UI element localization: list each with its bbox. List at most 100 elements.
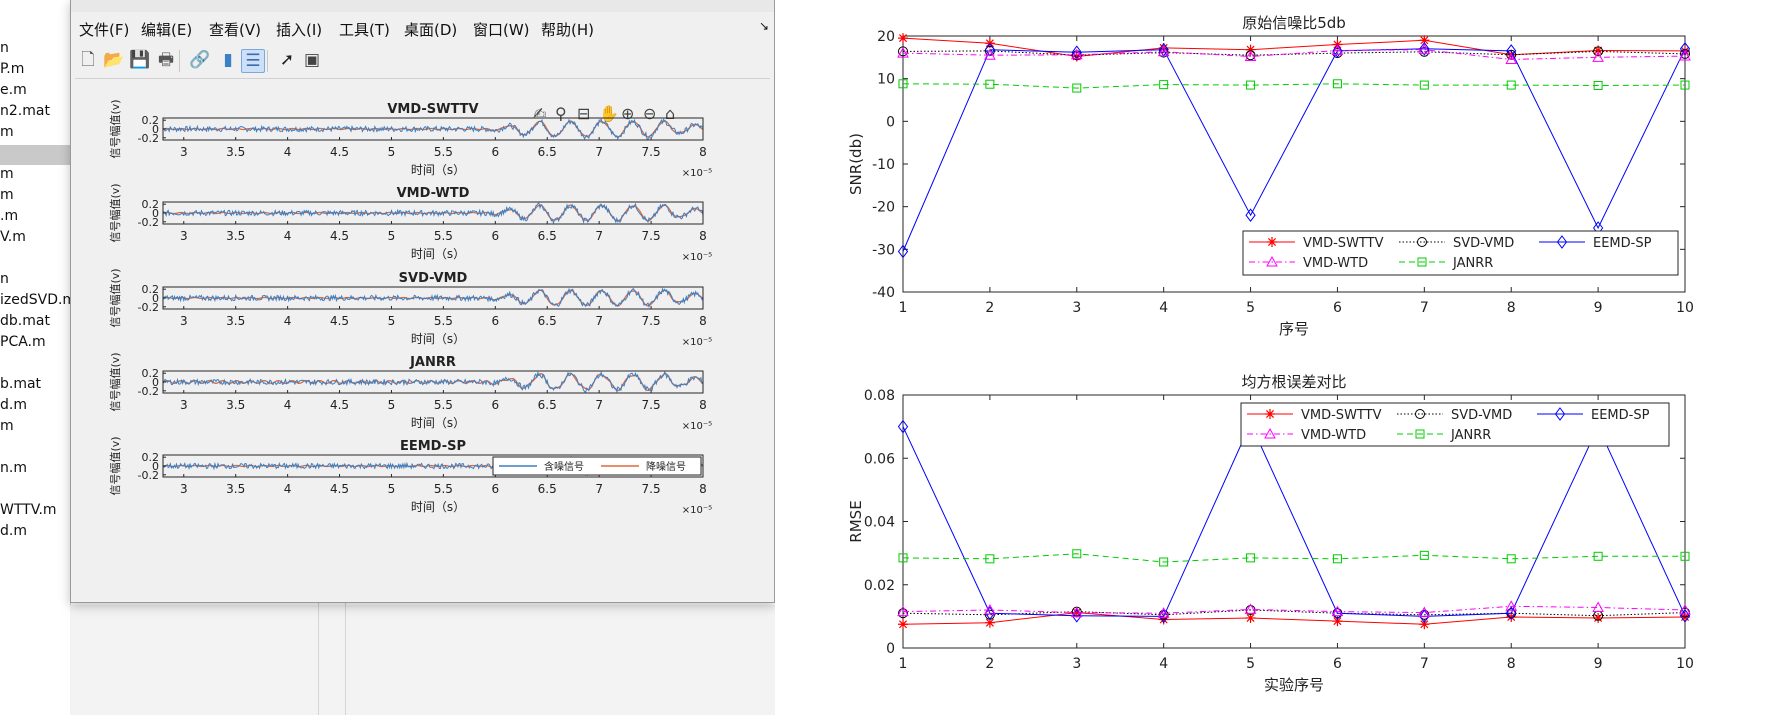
chart-title: 原始信噪比5db — [1242, 14, 1346, 32]
data-point — [898, 619, 908, 630]
y-tick-label: -0.2 — [138, 385, 159, 398]
x-tick-label: 4 — [284, 314, 292, 328]
x-tick-label: 5.5 — [434, 314, 453, 328]
x-tick-label: 4.5 — [330, 145, 349, 159]
file-list-item[interactable]: n.m — [0, 460, 70, 476]
subplot-title: VMD-WTD — [397, 186, 470, 201]
pointer-icon[interactable]: ➚ — [276, 49, 298, 71]
y-tick-label: 0 — [886, 114, 895, 130]
file-list-item[interactable]: m — [0, 418, 70, 434]
save-icon[interactable]: 💾 — [129, 49, 151, 71]
subplot-ylabel: 信号幅值(v) — [109, 436, 122, 495]
file-list-item[interactable]: P.m — [0, 61, 70, 77]
menu-item[interactable]: 编辑(E) — [141, 19, 192, 40]
x-tick-label: 7 — [595, 229, 603, 243]
data-point — [1419, 619, 1430, 630]
comparison-chart: 均方根误差对比 0.08 0.06 0.04 0.02 01 2 3 4 5 6 7 8 9 10 实验序号 R… — [847, 373, 1694, 694]
data-point — [898, 33, 908, 44]
x-exponent-label: ×10⁻⁵ — [682, 505, 712, 516]
link-plot-icon[interactable]: 🔗 — [189, 49, 211, 71]
file-list-item[interactable]: n — [0, 271, 70, 287]
open-folder-icon[interactable]: 📂 — [103, 49, 125, 71]
x-tick-label: 6 — [1333, 300, 1342, 316]
file-list-item[interactable]: d.m — [0, 523, 70, 539]
legend-label-denoised: 降噪信号 — [646, 460, 686, 473]
legend-label: JANRR — [1450, 428, 1491, 443]
x-tick-label: 5 — [388, 398, 396, 412]
file-list-item[interactable]: db.mat — [0, 313, 70, 329]
figure-title-bar[interactable] — [71, 0, 774, 12]
file-list-item[interactable]: m — [0, 124, 70, 140]
x-tick-label: 3 — [180, 398, 188, 412]
y-tick-label: -30 — [872, 242, 895, 258]
y-tick-label: -40 — [872, 285, 895, 301]
x-tick-label: 7 — [595, 314, 603, 328]
x-tick-label: 8 — [699, 229, 707, 243]
legend-label: VMD-WTD — [1303, 256, 1368, 271]
x-tick-label: 3.5 — [226, 482, 245, 496]
toolbar-divider — [75, 78, 770, 79]
file-list-item[interactable]: b.mat — [0, 376, 70, 392]
file-list-item[interactable]: d.m — [0, 397, 70, 413]
toolbar-separator — [267, 50, 268, 72]
file-list-item[interactable]: e.m — [0, 82, 70, 98]
x-exponent-label: ×10⁻⁵ — [682, 337, 712, 348]
dock-arrow-icon[interactable]: ↘ — [759, 19, 769, 33]
property-editor-icon[interactable]: ▣ — [301, 49, 323, 71]
splitter[interactable] — [345, 600, 346, 715]
file-list-item[interactable]: izedSVD.m — [0, 292, 70, 308]
x-tick-label: 3 — [1072, 656, 1081, 672]
figure-window: 文件(F) 编辑(E) 查看(V) 插入(I) 工具(T) 桌面(D) 窗口(W) 帮助(H)… — [70, 0, 775, 603]
x-tick-label: 6.5 — [538, 314, 557, 328]
menu-item[interactable]: 桌面(D) — [404, 19, 457, 40]
y-axis-label: SNR(db) — [847, 133, 865, 195]
file-list-item[interactable]: m — [0, 166, 70, 182]
file-list-item[interactable]: m — [0, 187, 70, 203]
print-icon[interactable]: 🖶 — [155, 49, 177, 71]
file-browser-panel: n P.m e.m n2.mat m m m .m V.m n izedSVD.m db.mat PCA… — [0, 0, 71, 715]
new-file-icon[interactable]: 🗋 — [77, 49, 99, 71]
x-tick-label: 6.5 — [538, 145, 557, 159]
legend-label: VMD-SWTTV — [1301, 408, 1382, 423]
x-tick-label: 3 — [180, 229, 188, 243]
splitter[interactable] — [318, 600, 319, 715]
file-list-item[interactable]: n2.mat — [0, 103, 70, 119]
file-list-item[interactable]: n — [0, 40, 70, 56]
menu-item[interactable]: 工具(T) — [339, 19, 390, 40]
x-tick-label: 4.5 — [330, 229, 349, 243]
y-tick-label: -0.2 — [138, 216, 159, 229]
x-tick-label: 4 — [284, 482, 292, 496]
file-list-item[interactable]: PCA.m — [0, 334, 70, 350]
menu-item[interactable]: 窗口(W) — [473, 19, 530, 40]
x-tick-label: 2 — [985, 300, 994, 316]
colorbar-icon[interactable]: ▮ — [217, 49, 239, 71]
x-tick-label: 8 — [699, 482, 707, 496]
menu-item[interactable]: 插入(I) — [276, 19, 322, 40]
x-tick-label: 3.5 — [226, 229, 245, 243]
x-tick-label: 5.5 — [434, 229, 453, 243]
file-list-item[interactable]: .m — [0, 208, 70, 224]
menu-item[interactable]: 查看(V) — [209, 19, 261, 40]
legend-icon[interactable]: ☰ — [241, 49, 265, 73]
x-tick-label: 1 — [899, 656, 908, 672]
x-tick-label: 5 — [388, 229, 396, 243]
subplot-3: SVD-VMD信号幅值(v) 0.20-0.23 3.5 4 4.5 5 5.5 6 6.5 7 7… — [109, 268, 712, 348]
menu-item[interactable]: 文件(F) — [79, 19, 129, 40]
x-tick-label: 10 — [1676, 300, 1694, 316]
subplot-ylabel: 信号幅值(v) — [109, 183, 122, 242]
y-tick-label: 0.04 — [864, 515, 895, 531]
y-tick-label: -20 — [872, 200, 895, 216]
x-tick-label: 3.5 — [226, 314, 245, 328]
x-tick-label: 9 — [1594, 656, 1603, 672]
file-list-item[interactable]: V.m — [0, 229, 70, 245]
x-exponent-label: ×10⁻⁵ — [682, 252, 712, 263]
x-tick-label: 4 — [1159, 656, 1168, 672]
comparison-chart: 原始信噪比5db 20 10 0 -10 -20 -30 -401 2 3 4 5 6 7 8 9 10 序号 SN… — [847, 14, 1694, 338]
y-tick-label: -10 — [872, 157, 895, 173]
file-list-item[interactable]: WTTV.m — [0, 502, 70, 518]
x-tick-label: 10 — [1676, 656, 1694, 672]
menu-item[interactable]: 帮助(H) — [541, 19, 594, 40]
x-tick-label: 3 — [1072, 300, 1081, 316]
x-exponent-label: ×10⁻⁵ — [682, 421, 712, 432]
x-tick-label: 4.5 — [330, 482, 349, 496]
